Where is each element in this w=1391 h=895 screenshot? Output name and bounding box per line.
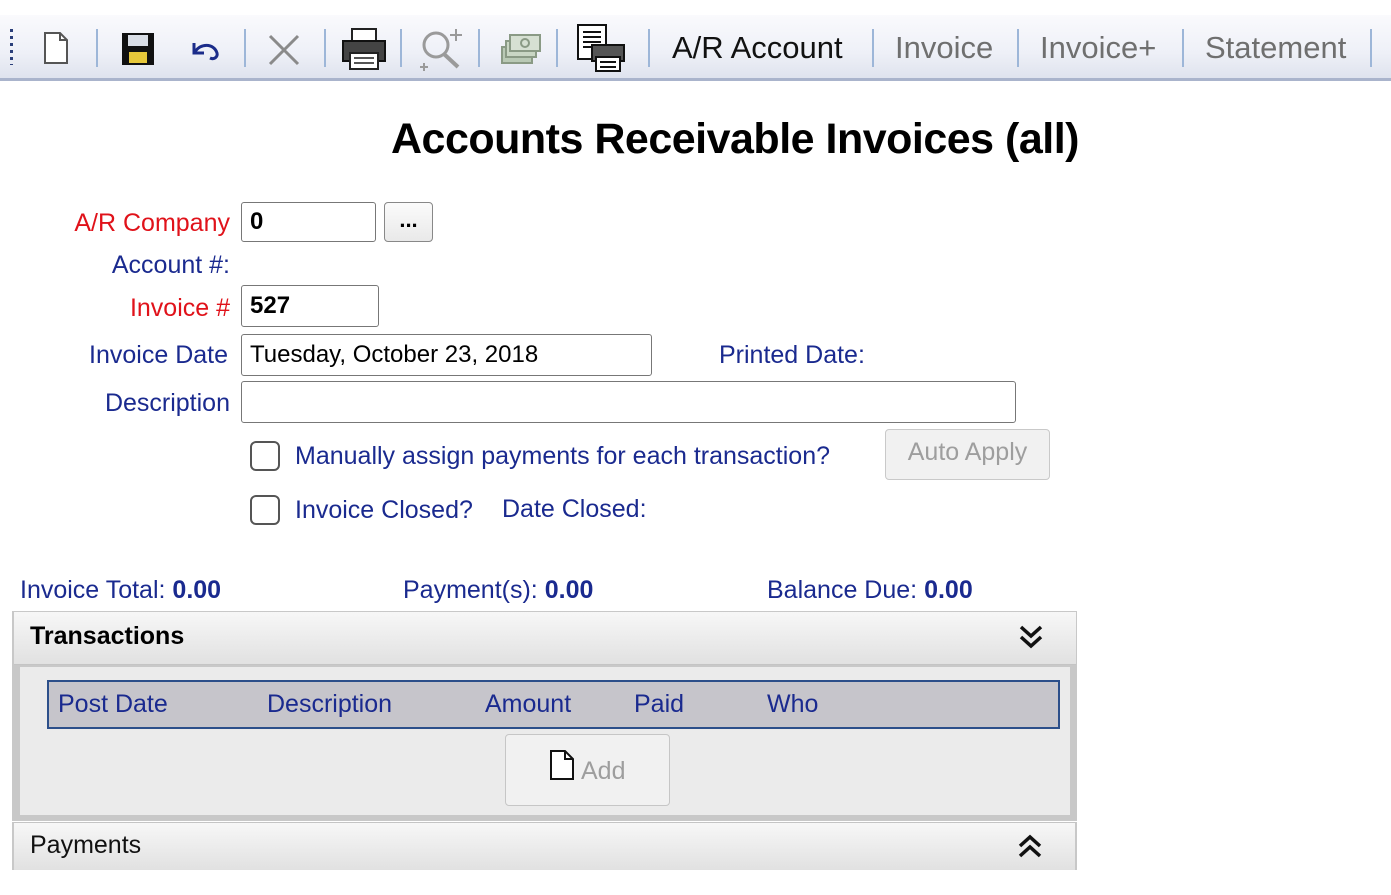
tab-ar-account[interactable]: A/R Account [672, 30, 843, 66]
company-input[interactable] [241, 202, 376, 242]
balance-due-value: 0.00 [924, 576, 973, 604]
toolbar-separator [478, 29, 480, 67]
new-doc-icon [550, 750, 574, 780]
collapse-chevron-icon[interactable] [1016, 622, 1046, 657]
account-number-label: Account #: [111, 251, 230, 279]
auto-apply-button[interactable]: Auto Apply [885, 429, 1050, 480]
report-icon[interactable] [574, 23, 630, 78]
payments-panel-header[interactable]: Payments [12, 822, 1077, 870]
undo-icon[interactable] [188, 39, 222, 68]
manual-assign-checkbox[interactable] [250, 441, 280, 471]
date-closed-label: Date Closed: [502, 495, 647, 523]
print-icon[interactable] [340, 27, 388, 76]
add-transaction-label: Add [581, 757, 626, 785]
toolbar-separator [96, 29, 98, 67]
toolbar: A/R Account Invoice Invoice+ Statement [0, 15, 1391, 81]
payments-title: Payments [30, 831, 142, 859]
company-label: A/R Company [74, 209, 230, 237]
page-title: Accounts Receivable Invoices (all) [391, 115, 1080, 163]
toolbar-separator [1182, 29, 1184, 67]
toolbar-grip[interactable] [10, 29, 13, 65]
expand-chevron-icon[interactable] [1015, 832, 1045, 867]
transactions-grid-header: Post Date Description Amount Paid Who [47, 680, 1060, 729]
toolbar-separator [400, 29, 402, 67]
invoice-number-label: Invoice # [129, 294, 230, 322]
column-header-who[interactable]: Who [767, 690, 818, 719]
column-header-description[interactable]: Description [267, 690, 392, 719]
toolbar-separator [1017, 29, 1019, 67]
invoice-date-label: Invoice Date [89, 341, 228, 369]
payments-total: Payment(s): 0.00 [403, 576, 593, 605]
search-icon[interactable] [418, 27, 466, 76]
payments-total-value: 0.00 [544, 576, 594, 604]
add-transaction-button[interactable]: Add [505, 734, 670, 806]
toolbar-separator [244, 29, 246, 67]
description-label: Description [104, 389, 230, 417]
balance-due-label: Balance Due: [767, 576, 918, 604]
description-input[interactable] [241, 381, 1016, 423]
tab-statement[interactable]: Statement [1205, 30, 1346, 66]
transactions-panel-header[interactable]: Transactions [14, 612, 1076, 665]
tab-invoice[interactable]: Invoice [895, 30, 993, 66]
balance-due: Balance Due: 0.00 [767, 576, 973, 605]
invoice-closed-label: Invoice Closed? [295, 496, 473, 524]
transactions-title: Transactions [30, 622, 185, 650]
column-header-post-date[interactable]: Post Date [58, 690, 168, 719]
payments-total-label: Payment(s): [403, 576, 538, 604]
invoice-total-label: Invoice Total: [20, 576, 166, 604]
printed-date-label: Printed Date: [719, 341, 865, 369]
money-icon[interactable] [498, 29, 542, 74]
toolbar-separator [648, 29, 650, 67]
column-header-paid[interactable]: Paid [634, 690, 684, 719]
toolbar-separator [872, 29, 874, 67]
invoice-total-value: 0.00 [172, 576, 222, 604]
company-lookup-button[interactable]: ... [384, 202, 433, 242]
toolbar-separator [1370, 29, 1372, 67]
toolbar-separator [556, 29, 558, 67]
invoice-closed-checkbox[interactable] [250, 495, 280, 525]
invoice-total: Invoice Total: 0.00 [20, 576, 221, 605]
toolbar-separator [324, 29, 326, 67]
save-icon[interactable] [120, 31, 156, 72]
new-doc-icon[interactable] [40, 31, 72, 70]
delete-icon[interactable] [266, 32, 302, 73]
tab-invoice-plus[interactable]: Invoice+ [1040, 30, 1156, 66]
manual-assign-label: Manually assign payments for each transa… [295, 442, 831, 470]
invoice-number-input[interactable] [241, 285, 379, 327]
column-header-amount[interactable]: Amount [485, 690, 571, 719]
invoice-date-input[interactable] [241, 334, 652, 376]
